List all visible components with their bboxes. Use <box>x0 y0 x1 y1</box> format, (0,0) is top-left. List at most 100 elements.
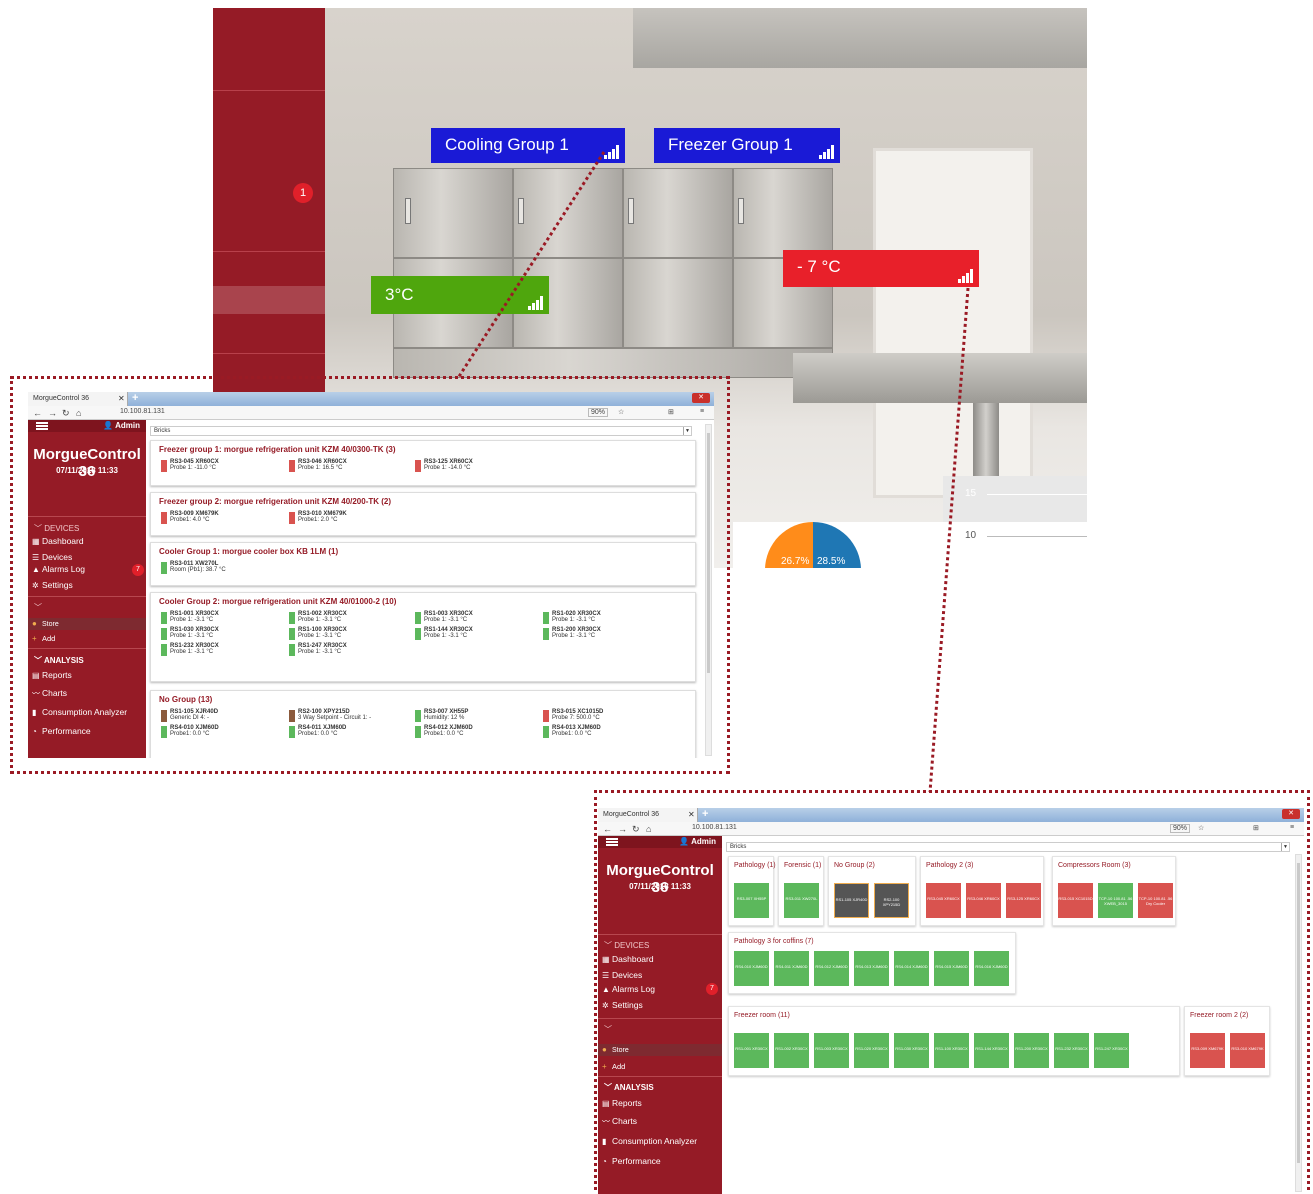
tile-group-title[interactable]: Compressors Room (3) <box>1058 862 1131 869</box>
device-item[interactable]: RS1-001 XR30CX Probe 1: -3.1 °C <box>161 611 219 624</box>
url-field[interactable]: 10.100.81.131 <box>692 824 737 831</box>
device-group-title[interactable]: No Group (13) <box>159 695 212 704</box>
sidebar-item-consumption[interactable]: ▮ Consumption Analyzer <box>602 1136 697 1146</box>
device-tile[interactable]: RS4-010 XJM60D <box>734 951 769 986</box>
device-tile[interactable]: RS1-020 XR30CX <box>854 1033 889 1068</box>
device-tile[interactable]: RS1-100 XR30CX <box>934 1033 969 1068</box>
sidebar-item-charts[interactable]: 〰 Charts <box>602 1116 637 1127</box>
device-item[interactable]: RS3-007 XH55P Humidity: 12 % <box>415 709 468 722</box>
device-item[interactable]: RS3-046 XR60CX Probe 1: 16.5 °C <box>289 459 347 472</box>
device-item[interactable]: RS1-003 XR30CX Probe 1: -3.1 °C <box>415 611 473 624</box>
device-item[interactable]: RS1-247 XR30CX Probe 1: -3.1 °C <box>289 643 347 656</box>
device-tile[interactable]: RS1-232 XR30CX <box>1054 1033 1089 1068</box>
back-icon[interactable]: ← <box>33 408 42 418</box>
device-tile[interactable]: RS3-009 XM679K <box>1190 1033 1225 1068</box>
sidebar-item-add[interactable]: + Add <box>602 1062 625 1071</box>
device-item[interactable]: RS1-144 XR30CX Probe 1: -3.1 °C <box>415 627 473 640</box>
sidebar-item-performance[interactable]: ◔ Performance <box>32 726 91 736</box>
view-select[interactable]: Bricks ▼ <box>150 426 692 436</box>
hamburger-icon[interactable] <box>36 422 48 430</box>
new-tab-icon[interactable]: + <box>132 392 138 404</box>
sidebar-item-consumption[interactable]: ▮ Consumption Analyzer <box>32 707 127 717</box>
forward-icon[interactable]: → <box>618 824 627 834</box>
device-item[interactable]: RS3-010 XM679K Probe1: 2.0 °C <box>289 511 347 524</box>
device-tile[interactable]: RS1-002 XR30CX <box>774 1033 809 1068</box>
device-item[interactable]: RS4-013 XJM60D Probe1: 0.0 °C <box>543 725 601 738</box>
tile-group-title[interactable]: Pathology 2 (3) <box>926 862 973 869</box>
zoom-indicator[interactable]: 90% <box>588 408 609 417</box>
device-item[interactable]: RS1-100 XR30CX Probe 1: -3.1 °C <box>289 627 347 640</box>
device-tile[interactable]: RS4-014 XJM60D <box>894 951 929 986</box>
device-item[interactable]: RS4-010 XJM60D Probe1: 0.0 °C <box>161 725 219 738</box>
sidebar-item-add[interactable]: + Add <box>32 634 55 643</box>
device-item[interactable]: RS3-015 XC1015D Probe 7: 500.0 °C <box>543 709 603 722</box>
device-tile[interactable]: RS1-144 XR30CX <box>974 1033 1009 1068</box>
device-tile[interactable]: RS3-010 XM679K <box>1230 1033 1265 1068</box>
url-field[interactable]: 10.100.81.131 <box>120 408 165 415</box>
sidebar-item-reports[interactable]: ▤ Reports <box>602 1098 642 1108</box>
library-icon[interactable]: ⊞ <box>1253 824 1259 832</box>
home-icon[interactable]: ⌂ <box>76 408 81 418</box>
device-item[interactable]: RS4-012 XJM60D Probe1: 0.0 °C <box>415 725 473 738</box>
tab-close-icon[interactable]: ✕ <box>688 810 695 819</box>
device-tile[interactable]: RS4-011 XJM60D <box>774 951 809 986</box>
sidebar-item-store[interactable]: ● Store <box>32 619 59 628</box>
device-tile[interactable]: RS3-045 XR60CX <box>926 883 961 918</box>
device-item[interactable]: RS2-100 XPY215D 3 Way Setpoint - Circuit … <box>289 709 371 722</box>
reload-icon[interactable]: ↻ <box>62 408 70 419</box>
device-tile[interactable]: RS1-105 XJR40D <box>834 883 869 918</box>
device-tile[interactable]: RS4-012 XJM60D <box>814 951 849 986</box>
menu-icon[interactable]: ≡ <box>700 408 704 415</box>
tile-group-title[interactable]: Freezer room (11) <box>734 1012 790 1019</box>
sidebar-item-reports[interactable]: ▤ Reports <box>32 670 72 680</box>
tile-group-title[interactable]: Forensic (1) <box>784 862 821 869</box>
device-item[interactable]: RS1-232 XR30CX Probe 1: -3.1 °C <box>161 643 219 656</box>
tab-close-icon[interactable]: ✕ <box>118 394 125 403</box>
device-item[interactable]: RS3-045 XR60CX Probe 1: -11.0 °C <box>161 459 219 472</box>
tile-group-title[interactable]: No Group (2) <box>834 862 875 869</box>
device-tile[interactable]: RS3-125 XR60CX <box>1006 883 1041 918</box>
device-tile[interactable]: RS4-015 XJM60D <box>934 951 969 986</box>
device-tile[interactable]: RS3-011 XW270L <box>784 883 819 918</box>
device-tile[interactable]: RS4-016 XJM60D <box>974 951 1009 986</box>
home-icon[interactable]: ⌂ <box>646 824 651 834</box>
hamburger-icon[interactable] <box>606 838 618 846</box>
device-tile[interactable]: RS4-013 XJM60D <box>854 951 889 986</box>
scrollbar[interactable] <box>1295 854 1302 1192</box>
sidebar-item-charts[interactable]: 〰 Charts <box>32 688 67 699</box>
device-item[interactable]: RS1-002 XR30CX Probe 1: -3.1 °C <box>289 611 347 624</box>
device-item[interactable]: RS3-011 XW270L Room (Pb1): 38.7 °C <box>161 561 226 574</box>
sidebar-item-settings[interactable]: ✲ Settings <box>32 580 73 590</box>
store-section-chevron[interactable]: ﹀ <box>604 1024 612 1035</box>
device-tile[interactable]: RS1-247 XR30CX <box>1094 1033 1129 1068</box>
sidebar-item-dashboard[interactable]: ▦ Dashboard <box>32 536 84 546</box>
device-tile[interactable]: RS3-046 XR60CX <box>966 883 1001 918</box>
view-select[interactable]: Bricks ▼ <box>726 842 1290 852</box>
device-item[interactable]: RS1-200 XR30CX Probe 1: -3.1 °C <box>543 627 601 640</box>
admin-user[interactable]: 👤 Admin <box>103 421 140 430</box>
browser-tab[interactable]: MorgueControl 36 <box>598 808 698 822</box>
sidebar-item-settings[interactable]: ✲ Settings <box>602 1000 643 1010</box>
window-close-button[interactable]: ✕ <box>1282 809 1300 819</box>
device-item[interactable]: RS3-009 XM679K Probe1: 4.0 °C <box>161 511 219 524</box>
library-icon[interactable]: ⊞ <box>668 408 674 416</box>
menu-icon[interactable]: ≡ <box>1290 824 1294 831</box>
device-tile[interactable]: RS1-001 XR30CX <box>734 1033 769 1068</box>
device-tile[interactable]: RS2-100 XPY215D <box>874 883 909 918</box>
admin-user[interactable]: 👤 Admin <box>679 837 716 846</box>
device-tile[interactable]: RS1-030 XR30CX <box>894 1033 929 1068</box>
store-section-chevron[interactable]: ﹀ <box>34 602 42 613</box>
device-item[interactable]: RS4-011 XJM60D Probe1: 0.0 °C <box>289 725 346 738</box>
sidebar-item-performance[interactable]: ◔ Performance <box>602 1156 661 1166</box>
device-tile[interactable]: RS1-003 XR30CX <box>814 1033 849 1068</box>
browser-tab[interactable]: MorgueControl 36 <box>28 392 128 406</box>
device-tile[interactable]: RS3-015 XC1015D <box>1058 883 1093 918</box>
sidebar-item-alarms-log[interactable]: ▲ Alarms Log <box>32 564 85 574</box>
tile-group-title[interactable]: Pathology 3 for coffins (7) <box>734 938 814 945</box>
device-group-title[interactable]: Cooler Group 2: morgue refrigeration uni… <box>159 597 396 606</box>
back-icon[interactable]: ← <box>603 824 612 834</box>
device-group-title[interactable]: Freezer group 1: morgue refrigeration un… <box>159 445 395 454</box>
device-group-title[interactable]: Cooler Group 1: morgue cooler box KB 1LM… <box>159 547 338 556</box>
device-tile[interactable]: TCP-10 100.81 .56 Dry Cooler <box>1138 883 1173 918</box>
zoom-indicator[interactable]: 90% <box>1170 824 1191 833</box>
